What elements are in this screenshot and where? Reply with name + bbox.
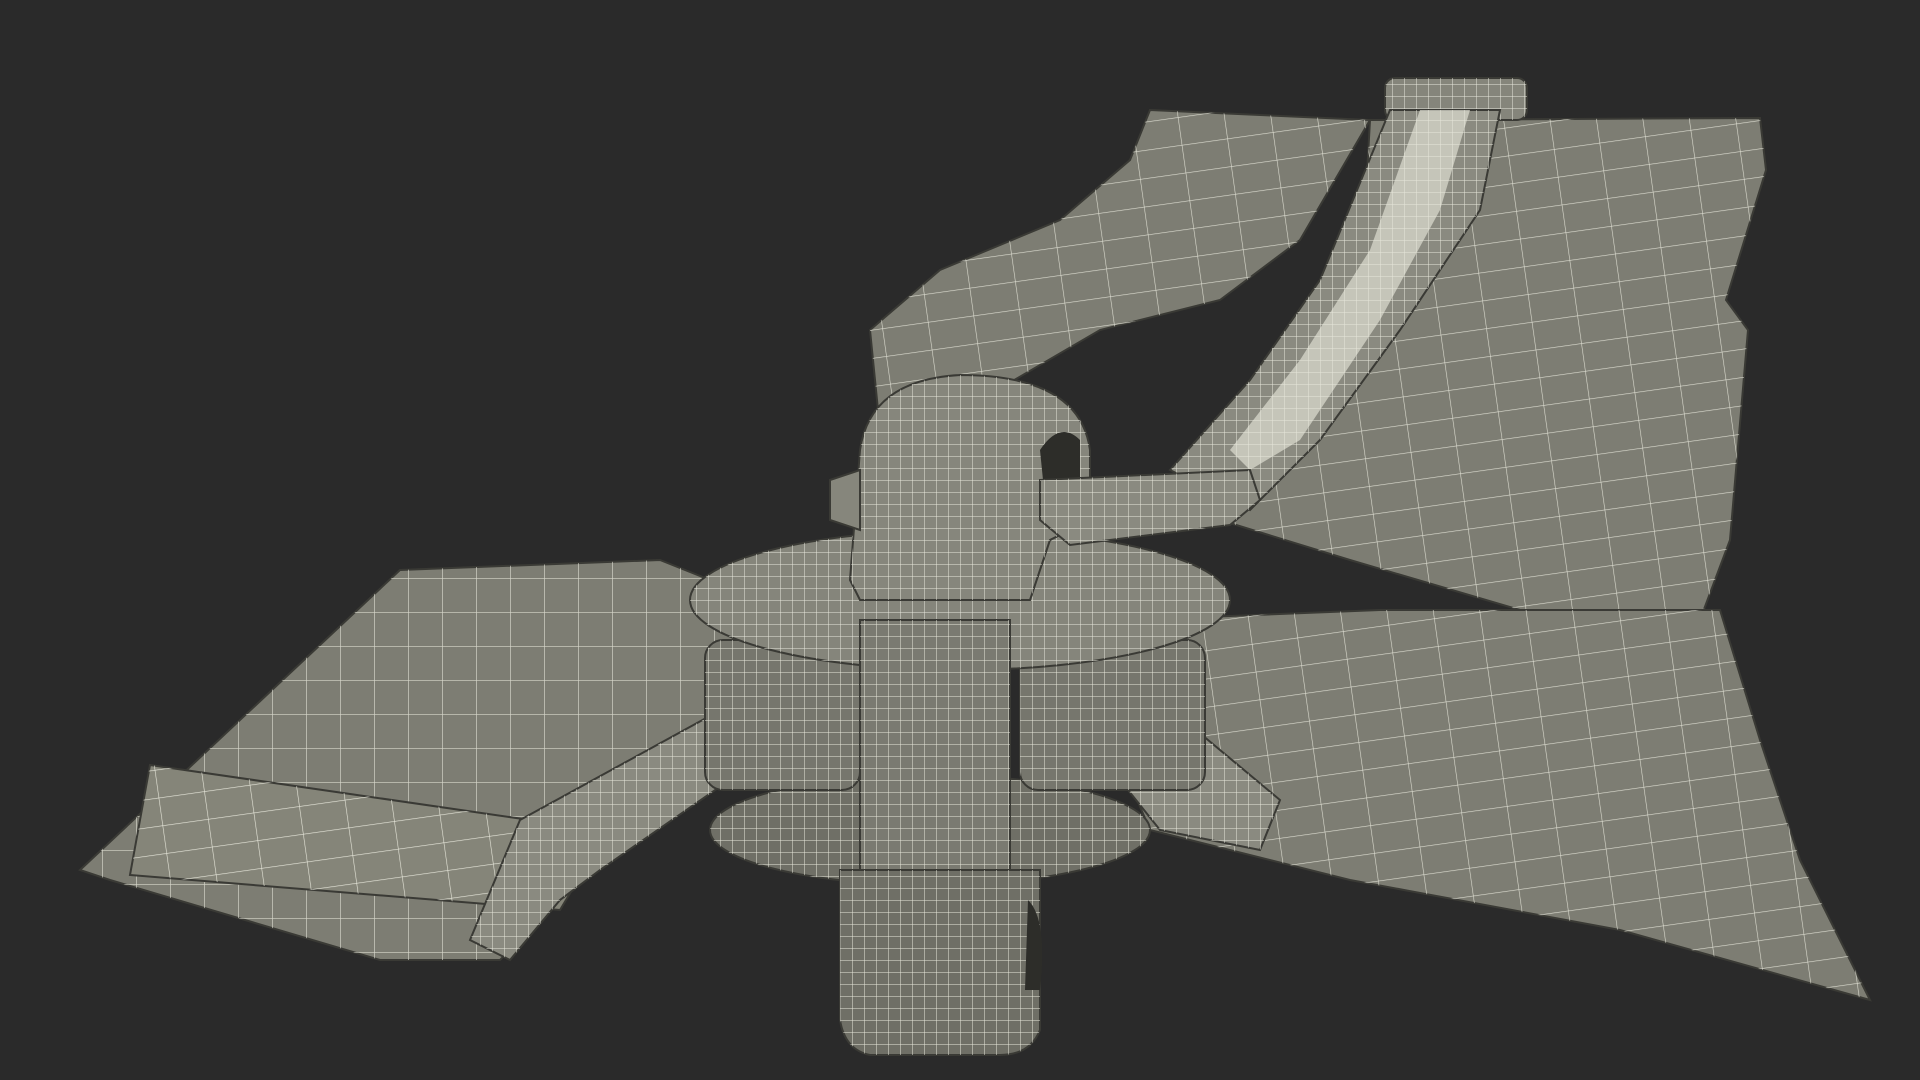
render-viewport <box>0 0 1920 1080</box>
zipper-render <box>78 77 1872 1056</box>
pull-tab-lower <box>839 869 1043 1056</box>
